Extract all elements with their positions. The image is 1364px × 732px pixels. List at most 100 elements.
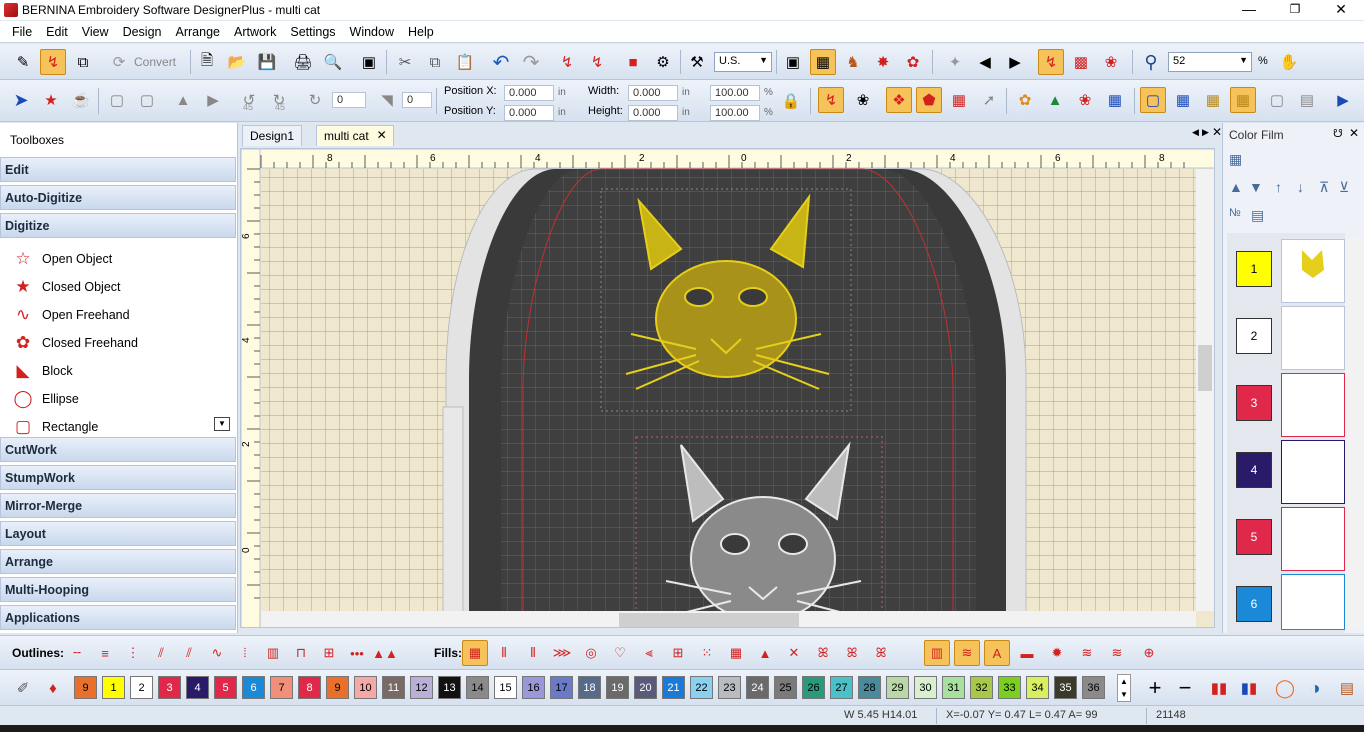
move-up-icon[interactable]: ▲ [1229,179,1243,195]
palette-swatch-1[interactable]: 9 [74,676,97,699]
width-percent-field[interactable]: 100.00 [710,85,760,101]
hatched-icon[interactable]: ▤ [1294,87,1320,113]
tool-open-object[interactable]: ☆ Open Object [10,249,112,269]
close-button[interactable]: ✕ [1318,0,1364,20]
pattern-icon[interactable]: ▦ [1102,87,1128,113]
redo-icon[interactable]: ↷ [518,49,544,75]
motif-icon[interactable]: ❀ [1072,87,1098,113]
tab-scroll-right-icon[interactable]: ▶ [1202,127,1209,138]
move-down-icon[interactable]: ▼ [1249,179,1263,195]
minimize-button[interactable]: — [1226,0,1272,20]
outline-type-3-icon[interactable]: ⋮ [120,640,146,666]
appliqué-icon[interactable]: ✿ [1012,87,1038,113]
fill-type-6-icon[interactable]: ♡ [607,640,633,666]
palette-swatch-37[interactable]: 36 [1082,676,1105,699]
fill-type-2-icon[interactable]: ⦀ [491,640,517,666]
paste-icon[interactable]: 📋 [452,49,478,75]
palette-swatch-21[interactable]: 20 [634,676,657,699]
palette-swatch-9[interactable]: 8 [298,676,321,699]
palette-swatch-5[interactable]: 4 [186,676,209,699]
tools-icon[interactable]: ⚒ [684,49,710,75]
menu-design[interactable]: Design [116,25,169,39]
film-item-6[interactable]: 6 [1229,574,1347,632]
show-artwork-icon[interactable]: ▣ [780,49,806,75]
palette-swatch-12[interactable]: 11 [382,676,405,699]
tab-design1[interactable]: Design1 [242,125,303,146]
thread-table-icon[interactable]: ▮ ▮ [1236,675,1262,701]
import-embroidery-icon[interactable]: ↯ [554,49,580,75]
select-arrow-icon[interactable]: ➤ [8,87,34,113]
palette-swatch-27[interactable]: 26 [802,676,825,699]
palette-swatch-10[interactable]: 9 [326,676,349,699]
menu-arrange[interactable]: Arrange [169,25,227,39]
horizontal-scroll-thumb[interactable] [619,613,799,627]
scale-icon[interactable]: ▢ [104,87,130,113]
mirror-vertical-icon[interactable]: ▶ [200,87,226,113]
palette-swatch-16[interactable]: 15 [494,676,517,699]
palette-swatch-22[interactable]: 21 [662,676,685,699]
fill-type-11-icon[interactable]: ▲ [752,640,778,666]
fill-type-12-icon[interactable]: ✕ [781,640,807,666]
tab-scroll-left-icon[interactable]: ◀ [1192,127,1199,138]
slant-angle-field[interactable]: 0 [402,92,432,108]
pick-color-icon[interactable]: ✐ [10,675,36,701]
color-film-scrollbar[interactable] [1345,237,1361,629]
color-film-view-icon[interactable]: ▦ [1229,151,1242,168]
fill-special-3-icon[interactable]: A [984,640,1010,666]
grid-icon[interactable]: ▦ [1200,87,1226,113]
travel-icon[interactable]: ✦ [942,49,968,75]
fill-special-5-icon[interactable]: ✹ [1044,640,1070,666]
pan-hand-icon[interactable]: ✋ [1276,49,1302,75]
menu-file[interactable]: File [5,25,39,39]
outline-type-6-icon[interactable]: ∿ [204,640,230,666]
scale-proportional-icon[interactable]: ▢ [134,87,160,113]
fill-type-4-icon[interactable]: ⋙ [549,640,575,666]
film-item-1[interactable]: 1 [1229,239,1347,303]
palette-swatch-15[interactable]: 14 [466,676,489,699]
fill-type-9-icon[interactable]: ⁙ [694,640,720,666]
stitches-icon[interactable]: ✸ [870,49,896,75]
previous-icon[interactable]: ◀ [972,49,998,75]
dotted-grid-icon[interactable]: ▦ [1230,87,1256,113]
convert-button[interactable]: Convert [134,55,176,69]
settings-gear-icon[interactable]: ⚙ [650,49,676,75]
position-y-field[interactable]: 0.000 [504,105,554,121]
convert-icon[interactable]: ⟳ [106,49,132,75]
realistic-icon[interactable]: ✿ [900,49,926,75]
cut-icon[interactable]: ✂ [392,49,418,75]
show-hoop-icon[interactable]: ▦ [810,49,836,75]
new-icon[interactable]: 🗎 [194,49,220,75]
copy-icon[interactable]: ⧉ [422,49,448,75]
palette-swatch-13[interactable]: 12 [410,676,433,699]
shapes-icon[interactable]: ▲ [1042,87,1068,113]
undo-icon[interactable]: ↶ [488,49,514,75]
sequence-icon[interactable]: № [1229,207,1241,219]
section-arrange[interactable]: Arrange [0,549,236,574]
palette-swatch-7[interactable]: 6 [242,676,265,699]
stamp-icon[interactable]: ♞ [840,49,866,75]
pin-icon[interactable]: ☋ [1333,127,1343,140]
hoop-icon[interactable]: ▩ [1068,49,1094,75]
palette-swatch-25[interactable]: 24 [746,676,769,699]
section-cutwork[interactable]: CutWork [0,437,236,462]
outline-type-4-icon[interactable]: ⫽ [148,640,174,666]
thread-chart-icon[interactable]: ▮▮ [1206,675,1232,701]
design-tool-icon[interactable]: ✎ [10,49,36,75]
fill-type-13-icon[interactable]: ꕤ [810,640,836,666]
palette-swatch-19[interactable]: 18 [578,676,601,699]
fill-special-1-icon[interactable]: ▥ [924,640,950,666]
palette-swatch-32[interactable]: 31 [942,676,965,699]
palette-swatch-11[interactable]: 10 [354,676,377,699]
fill-type-3-icon[interactable]: ⦀ [520,640,546,666]
fill-icon[interactable]: ⬟ [916,87,942,113]
outline-type-2-icon[interactable]: ≡ [92,640,118,666]
design-canvas[interactable]: 8 6 4 2 0 2 4 6 8 6 4 2 0 [240,148,1215,628]
fill-special-2-icon[interactable]: ≋ [954,640,980,666]
menu-window[interactable]: Window [343,25,401,39]
palette-swatch-18[interactable]: 17 [550,676,573,699]
section-digitize[interactable]: Digitize [0,213,236,238]
move-bottom-icon[interactable]: ↓ [1297,179,1304,195]
slant-icon[interactable]: ◥ [374,87,400,113]
palette-swatch-17[interactable]: 16 [522,676,545,699]
color-wheel-icon[interactable]: ◯ [1272,675,1298,701]
